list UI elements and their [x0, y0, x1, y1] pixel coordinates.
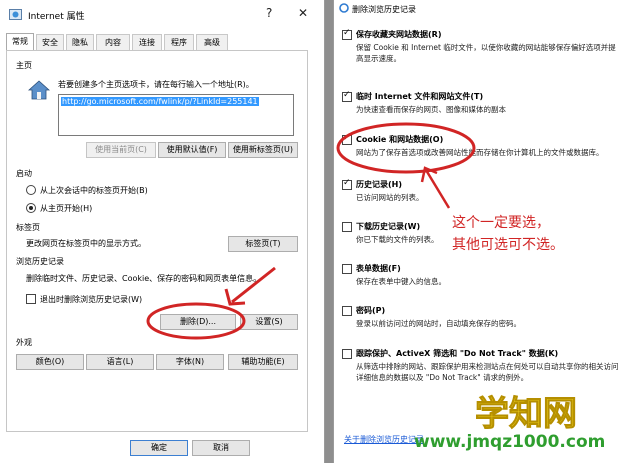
left-annotation-layer	[146, 266, 276, 340]
annotation-line-2: 其他可选可不选。	[452, 237, 564, 253]
annotation-arrow-right	[424, 169, 451, 209]
cookie-highlight-circle	[336, 122, 476, 174]
internet-options-dialog: Internet 属性 ? ✕ 常规 安全 隐私 内容 连接 程序 高级 主页 …	[0, 0, 325, 463]
annotation-arrowhead-left	[224, 288, 246, 306]
delete-button-highlight-circle	[146, 302, 246, 340]
watermark-brand: 学知网	[475, 394, 578, 435]
watermark-url: www.jmqz1000.com	[414, 432, 606, 452]
annotation-line-1: 这个一定要选，	[452, 215, 550, 231]
annotation-arrow-left	[231, 266, 276, 304]
